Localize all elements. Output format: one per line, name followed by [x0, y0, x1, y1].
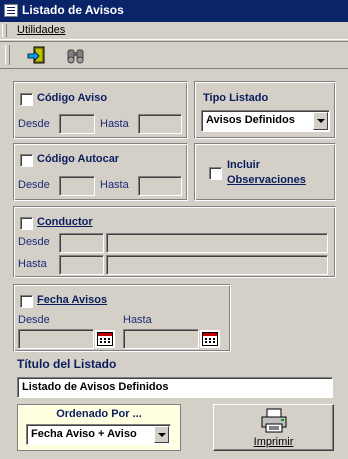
conductor-hasta-name-field[interactable] — [106, 255, 328, 275]
fecha-desde-field[interactable] — [18, 329, 94, 349]
titulo-listado-input[interactable]: Listado de Avisos Definidos — [17, 377, 333, 398]
incluir-label: Incluir — [227, 159, 261, 171]
fecha-avisos-desde-label: Desde — [18, 314, 50, 326]
codigo-aviso-label: Código Aviso — [37, 92, 108, 104]
codigo-autocar-hasta-field[interactable] — [138, 176, 182, 196]
conductor-hasta-label: Hasta — [18, 258, 47, 270]
title-bar: Listado de Avisos — [0, 0, 348, 22]
calendar-icon — [97, 332, 113, 346]
binoculars-icon — [67, 49, 84, 64]
fecha-avisos-label: Fecha Avisos — [37, 294, 108, 306]
codigo-aviso-panel: Código Aviso Desde Hasta — [13, 81, 188, 139]
codigo-aviso-hasta-label: Hasta — [100, 118, 129, 130]
tipo-listado-select[interactable]: Avisos Definidos — [201, 110, 330, 132]
codigo-aviso-checkbox[interactable] — [20, 93, 33, 106]
incluir-observaciones-checkbox[interactable] — [209, 167, 222, 180]
menu-utilidades[interactable]: Utilidades — [17, 24, 65, 36]
codigo-autocar-hasta-label: Hasta — [100, 179, 129, 191]
chevron-down-icon[interactable] — [154, 426, 169, 443]
conductor-desde-name-field[interactable] — [106, 233, 328, 253]
imprimir-button[interactable]: Imprimir — [213, 404, 334, 451]
toolbar — [0, 41, 348, 69]
fecha-avisos-checkbox[interactable] — [20, 295, 33, 308]
conductor-panel: Conductor Desde Hasta — [13, 206, 336, 278]
window-icon — [4, 4, 18, 17]
window-title: Listado de Avisos — [22, 3, 124, 17]
fecha-avisos-hasta-label: Hasta — [123, 314, 152, 326]
ordenado-por-box: Ordenado Por ... Fecha Aviso + Aviso — [17, 404, 181, 451]
codigo-autocar-label: Código Autocar — [37, 153, 120, 165]
chevron-down-icon[interactable] — [313, 112, 328, 130]
printer-icon — [261, 408, 287, 433]
conductor-desde-code-field[interactable] — [59, 233, 104, 253]
codigo-aviso-desde-field[interactable] — [59, 114, 95, 134]
toolbar-grip — [5, 45, 10, 65]
conductor-desde-label: Desde — [18, 236, 50, 248]
observaciones-label: Observaciones — [227, 174, 306, 186]
exit-door-icon — [27, 46, 45, 64]
conductor-hasta-code-field[interactable] — [59, 255, 104, 275]
ordenado-por-select[interactable]: Fecha Aviso + Aviso — [26, 424, 171, 445]
tipo-listado-value: Avisos Definidos — [206, 114, 295, 126]
codigo-aviso-desde-label: Desde — [18, 118, 50, 130]
fecha-hasta-field[interactable] — [123, 329, 199, 349]
codigo-autocar-checkbox[interactable] — [20, 154, 33, 167]
tipo-listado-panel: Tipo Listado Avisos Definidos — [194, 81, 336, 139]
conductor-checkbox[interactable] — [20, 217, 33, 230]
codigo-autocar-desde-label: Desde — [18, 179, 50, 191]
codigo-autocar-desde-field[interactable] — [59, 176, 95, 196]
tipo-listado-label: Tipo Listado — [203, 92, 269, 104]
fecha-avisos-panel: Fecha Avisos Desde Hasta — [13, 284, 231, 352]
incluir-observaciones-panel: Incluir Observaciones — [194, 143, 336, 201]
menu-bar: Utilidades — [0, 22, 348, 40]
titulo-listado-label: Título del Listado — [17, 357, 117, 371]
codigo-aviso-hasta-field[interactable] — [138, 114, 182, 134]
conductor-label: Conductor — [37, 216, 93, 228]
fecha-desde-calendar-button[interactable] — [95, 330, 115, 348]
search-button[interactable] — [64, 45, 88, 67]
calendar-icon — [202, 332, 218, 346]
ordenado-por-label: Ordenado Por ... — [56, 408, 142, 420]
menu-grip — [2, 24, 7, 37]
exit-button[interactable] — [25, 45, 49, 67]
ordenado-por-value: Fecha Aviso + Aviso — [31, 428, 137, 440]
codigo-autocar-panel: Código Autocar Desde Hasta — [13, 143, 188, 201]
imprimir-label: Imprimir — [253, 436, 294, 448]
fecha-hasta-calendar-button[interactable] — [200, 330, 220, 348]
